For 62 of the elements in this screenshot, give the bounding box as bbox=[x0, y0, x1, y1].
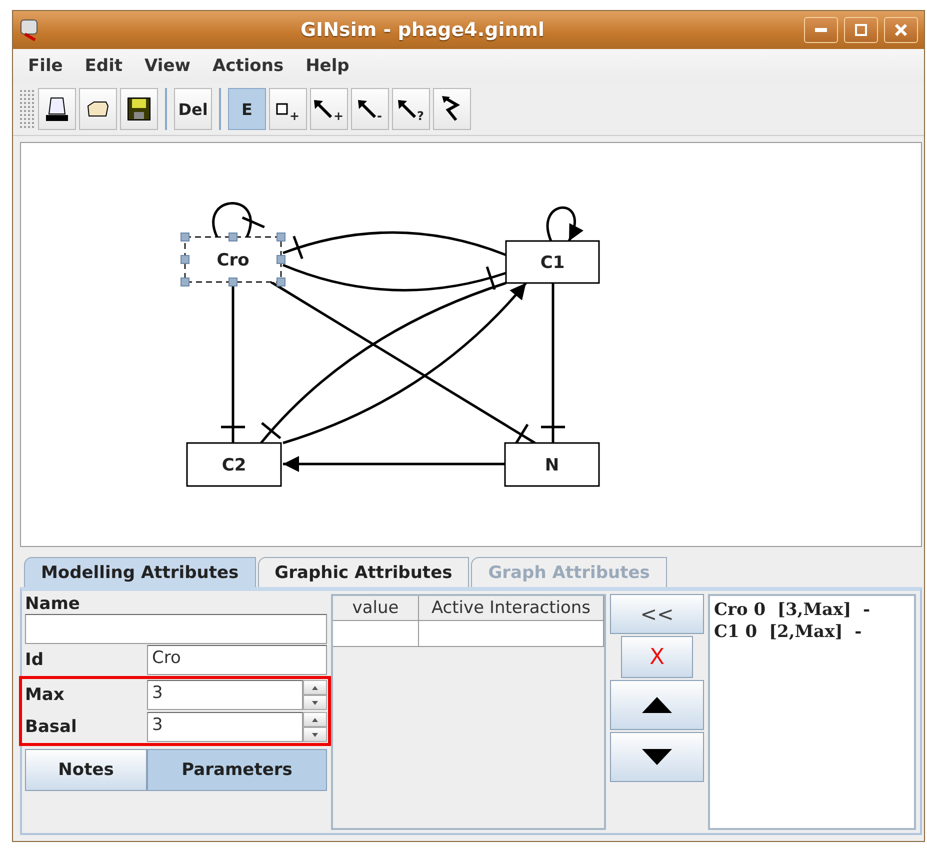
move-left-button[interactable]: << bbox=[610, 594, 704, 634]
window-title: GINsim - phage4.ginml bbox=[299, 19, 546, 41]
menu-item[interactable]: File bbox=[17, 53, 74, 79]
close-button[interactable] bbox=[884, 17, 918, 43]
spinner-up-button[interactable] bbox=[303, 680, 327, 695]
toolbar-button[interactable] bbox=[120, 88, 158, 130]
save-icon bbox=[127, 97, 151, 121]
arrow-icon bbox=[398, 100, 416, 118]
toolbar-button[interactable]: + bbox=[310, 88, 348, 130]
graph-node[interactable]: C2 bbox=[186, 442, 282, 487]
up-triangle-icon bbox=[312, 686, 318, 690]
toolbar-button[interactable]: E bbox=[228, 88, 266, 130]
toolbar-button[interactable]: - bbox=[351, 88, 389, 130]
down-triangle-icon bbox=[312, 732, 318, 736]
id-field[interactable]: Cro bbox=[147, 645, 327, 675]
move-up-button[interactable] bbox=[610, 680, 704, 730]
spinner-down-button[interactable] bbox=[303, 727, 327, 742]
toolbar-button[interactable] bbox=[38, 88, 76, 130]
delete-button[interactable]: X bbox=[621, 636, 693, 678]
close-icon bbox=[895, 24, 907, 36]
arrow-icon bbox=[358, 100, 376, 118]
tab[interactable]: Graphic Attributes bbox=[258, 557, 470, 587]
name-field[interactable] bbox=[25, 614, 327, 644]
spinner-up-button[interactable] bbox=[303, 712, 327, 727]
minimize-icon bbox=[815, 28, 827, 32]
zigzag-arrow-icon bbox=[442, 96, 462, 122]
move-down-button[interactable] bbox=[610, 732, 704, 782]
folder-icon bbox=[86, 100, 110, 118]
down-triangle-icon bbox=[642, 749, 672, 765]
panel-button[interactable]: Parameters bbox=[147, 749, 327, 791]
down-triangle-icon bbox=[312, 700, 318, 704]
graph-node[interactable]: C1 bbox=[505, 240, 600, 284]
toolbar-button[interactable]: + bbox=[269, 88, 307, 130]
up-triangle-icon bbox=[642, 697, 672, 713]
field-label: Name bbox=[25, 594, 81, 614]
maximize-icon bbox=[855, 24, 867, 36]
toolbar-button[interactable]: ? bbox=[392, 88, 430, 130]
arrow-icon bbox=[314, 100, 332, 118]
toolbar-button[interactable]: Del bbox=[174, 88, 212, 130]
printer-icon bbox=[45, 96, 69, 122]
menu-item[interactable]: Help bbox=[294, 53, 360, 79]
toolbar-button[interactable] bbox=[433, 88, 471, 130]
menu-item[interactable]: View bbox=[134, 53, 202, 79]
menu-item[interactable]: Edit bbox=[74, 53, 134, 79]
spinner-down-button[interactable] bbox=[303, 695, 327, 710]
field-label: Max bbox=[25, 685, 66, 705]
toolbar-grip[interactable] bbox=[19, 89, 35, 129]
up-triangle-icon bbox=[312, 718, 318, 722]
panel-button[interactable]: Notes bbox=[25, 749, 147, 791]
menu-item[interactable]: Actions bbox=[201, 53, 295, 79]
field-label: Id bbox=[25, 650, 44, 670]
spinner-field[interactable]: 3 bbox=[147, 712, 303, 742]
list-item[interactable]: Cro 0 [3,Max] - bbox=[714, 600, 910, 620]
minimize-button[interactable] bbox=[804, 17, 838, 43]
list-item[interactable]: C1 0 [2,Max] - bbox=[714, 622, 910, 642]
spinner-field[interactable]: 3 bbox=[147, 680, 303, 710]
tab[interactable]: Modelling Attributes bbox=[24, 557, 256, 587]
node-icon bbox=[276, 103, 288, 115]
maximize-button[interactable] bbox=[844, 17, 878, 43]
field-label: Basal bbox=[25, 717, 78, 737]
toolbar-button[interactable] bbox=[79, 88, 117, 130]
graph-node[interactable]: N bbox=[504, 442, 600, 487]
